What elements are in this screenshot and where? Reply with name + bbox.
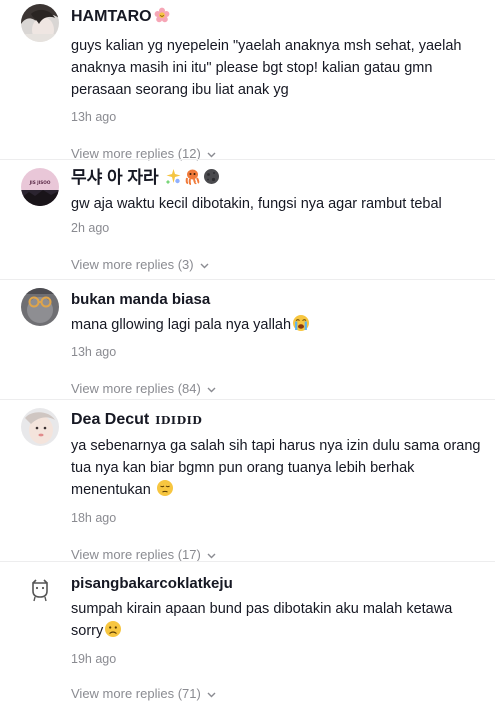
divider: [0, 399, 495, 400]
chevron-down-icon: [207, 685, 216, 703]
loudly-crying-face-icon: [292, 314, 310, 339]
view-more-replies-label: View more replies (84): [71, 381, 201, 396]
chevron-down-icon: [207, 145, 216, 163]
new-moon-face-icon: [203, 168, 220, 190]
divider: [0, 159, 495, 160]
octopus-icon: [184, 168, 201, 190]
username[interactable]: Dea Decut IDIDID: [71, 410, 483, 431]
username[interactable]: pisangbakarcoklatkeju: [71, 574, 483, 594]
avatar[interactable]: [21, 570, 59, 608]
comment-text: mana gllowing lagi pala nya yallah: [71, 314, 483, 339]
divider: [0, 561, 495, 562]
pensive-face-icon: [156, 479, 174, 504]
comment-timestamp: 13h ago: [71, 110, 117, 124]
comment-text-content: ya sebenarnya ga salah sih tapi harus ny…: [71, 438, 481, 498]
comment-text: sumpah kirain apaan bund pas dibotakin a…: [71, 598, 483, 645]
comment-timestamp: 19h ago: [71, 652, 117, 666]
view-more-replies-button[interactable]: View more replies (3): [71, 256, 209, 274]
comment-timestamp: 2h ago: [71, 221, 110, 235]
avatar-text: JIS JISOO: [29, 180, 51, 185]
comment-text-content: sumpah kirain apaan bund pas dibotakin a…: [71, 601, 453, 639]
view-more-replies-button[interactable]: View more replies (71): [71, 685, 216, 703]
username[interactable]: HAMTARO: [71, 7, 483, 29]
worried-face-icon: [104, 620, 122, 645]
avatar[interactable]: [21, 408, 59, 446]
view-more-replies-label: View more replies (17): [71, 547, 201, 562]
view-more-replies-button[interactable]: View more replies (84): [71, 380, 216, 398]
comment-text: guys kalian yg nyepelein "yaelah anaknya…: [71, 38, 462, 98]
comment-timestamp: 18h ago: [71, 511, 117, 525]
comment-timestamp: 13h ago: [71, 345, 117, 359]
avatar[interactable]: [21, 288, 59, 326]
username[interactable]: 무샤 아 자라: [71, 168, 483, 190]
view-more-replies-button[interactable]: View more replies (12): [71, 145, 216, 163]
avatar[interactable]: JIS JISOO: [21, 168, 59, 206]
sparkle-cat-icon: [165, 168, 182, 190]
view-more-replies-label: View more replies (3): [71, 257, 194, 272]
chevron-down-icon: [200, 256, 209, 274]
avatar[interactable]: [21, 4, 59, 42]
username-suffix: IDIDID: [155, 414, 203, 427]
username[interactable]: bukan manda biasa: [71, 290, 483, 310]
view-more-replies-label: View more replies (71): [71, 686, 201, 701]
chevron-down-icon: [207, 380, 216, 398]
comment-text-content: mana gllowing lagi pala nya yallah: [71, 317, 292, 333]
divider: [0, 279, 495, 280]
comment-text: ya sebenarnya ga salah sih tapi harus ny…: [71, 435, 483, 504]
comment-text: gw aja waktu kecil dibotakin, fungsi nya…: [71, 196, 442, 212]
flower-icon: [154, 7, 170, 29]
